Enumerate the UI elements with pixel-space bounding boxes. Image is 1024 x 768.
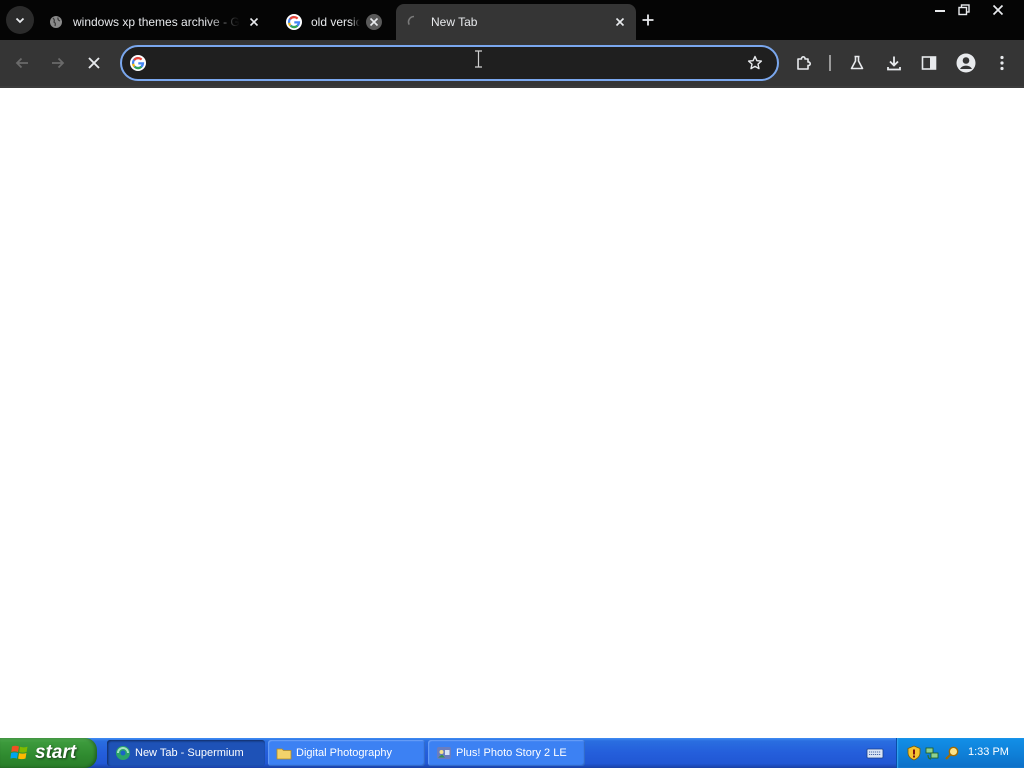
extensions-button[interactable] (790, 49, 818, 77)
new-tab-button[interactable] (638, 8, 658, 32)
taskbar-button-label: New Tab - Supermium (135, 747, 244, 759)
window-close-button[interactable] (976, 1, 1020, 19)
menu-button[interactable] (988, 49, 1016, 77)
tab-strip: windows xp themes archive - Goog old ver… (0, 0, 1024, 40)
folder-icon (276, 748, 292, 760)
plus-icon (642, 14, 654, 26)
tab-title: windows xp themes archive - Goog (73, 15, 240, 29)
loading-spinner-icon (406, 14, 422, 30)
tab-title: old versio (311, 15, 360, 29)
start-button[interactable]: start (0, 738, 97, 768)
keyboard-icon[interactable] (866, 745, 884, 761)
toolbar-separator (829, 55, 831, 71)
taskbar-button-label: Digital Photography (296, 747, 393, 759)
windows-flag-icon (10, 745, 28, 760)
minimize-button[interactable] (928, 1, 952, 19)
profile-button[interactable] (952, 49, 980, 77)
google-icon (130, 55, 146, 71)
globe-icon (48, 14, 64, 30)
bookmark-button[interactable] (744, 52, 766, 74)
clock: 1:33 PM (968, 746, 1009, 758)
restore-button[interactable] (952, 1, 976, 19)
side-panel-button[interactable] (915, 49, 943, 77)
forward-button[interactable] (44, 49, 72, 77)
taskbar-button-digital-photography[interactable]: Digital Photography (268, 740, 425, 766)
tab-old-version[interactable]: old versio (276, 4, 390, 40)
taskbar: start New Tab - Supermium Digital Photog… (0, 738, 1024, 768)
search-icon[interactable] (944, 745, 960, 761)
labs-button[interactable] (843, 49, 871, 77)
network-icon[interactable] (924, 745, 940, 761)
kebab-menu-icon (1000, 55, 1004, 71)
taskbar-button-supermium[interactable]: New Tab - Supermium (107, 740, 265, 766)
supermium-icon (116, 746, 130, 760)
download-icon (887, 56, 901, 71)
tab-close-button[interactable] (366, 14, 382, 30)
text-cursor-icon (475, 50, 482, 68)
tab-windows-xp-themes[interactable]: windows xp themes archive - Goog (38, 4, 270, 40)
tab-new-tab[interactable]: New Tab (396, 4, 636, 40)
back-button[interactable] (8, 49, 36, 77)
minimize-icon (935, 10, 945, 12)
taskbar-button-label: Plus! Photo Story 2 LE (456, 747, 567, 759)
close-icon (369, 17, 379, 27)
star-icon (747, 55, 763, 70)
close-icon (615, 17, 625, 27)
flask-icon (850, 55, 864, 70)
tab-search-button[interactable] (6, 6, 34, 34)
avatar-icon (956, 53, 976, 73)
address-input[interactable] (156, 53, 736, 73)
address-bar[interactable] (120, 45, 779, 81)
stop-icon (88, 57, 100, 69)
tab-title: New Tab (431, 15, 478, 29)
forward-arrow-icon (52, 57, 65, 69)
side-panel-icon (921, 56, 937, 70)
chevron-down-icon (15, 17, 25, 24)
photo-story-icon (437, 747, 451, 759)
close-icon (992, 4, 1004, 16)
back-arrow-icon (15, 57, 28, 69)
close-icon (249, 17, 259, 27)
google-icon (286, 14, 302, 30)
system-tray: 1:33 PM (896, 738, 1024, 768)
puzzle-icon (797, 56, 811, 70)
taskbar-button-photo-story[interactable]: Plus! Photo Story 2 LE (428, 740, 585, 766)
desktop-screen: windows xp themes archive - Goog old ver… (0, 0, 1024, 768)
tab-close-button[interactable] (612, 14, 628, 30)
browser-toolbar (0, 40, 1024, 86)
restore-icon (958, 4, 970, 16)
tab-close-button[interactable] (246, 14, 262, 30)
stop-loading-button[interactable] (80, 49, 108, 77)
page-content (0, 88, 1024, 738)
start-label: start (35, 742, 77, 763)
downloads-button[interactable] (880, 49, 908, 77)
security-shield-icon[interactable] (906, 745, 922, 761)
